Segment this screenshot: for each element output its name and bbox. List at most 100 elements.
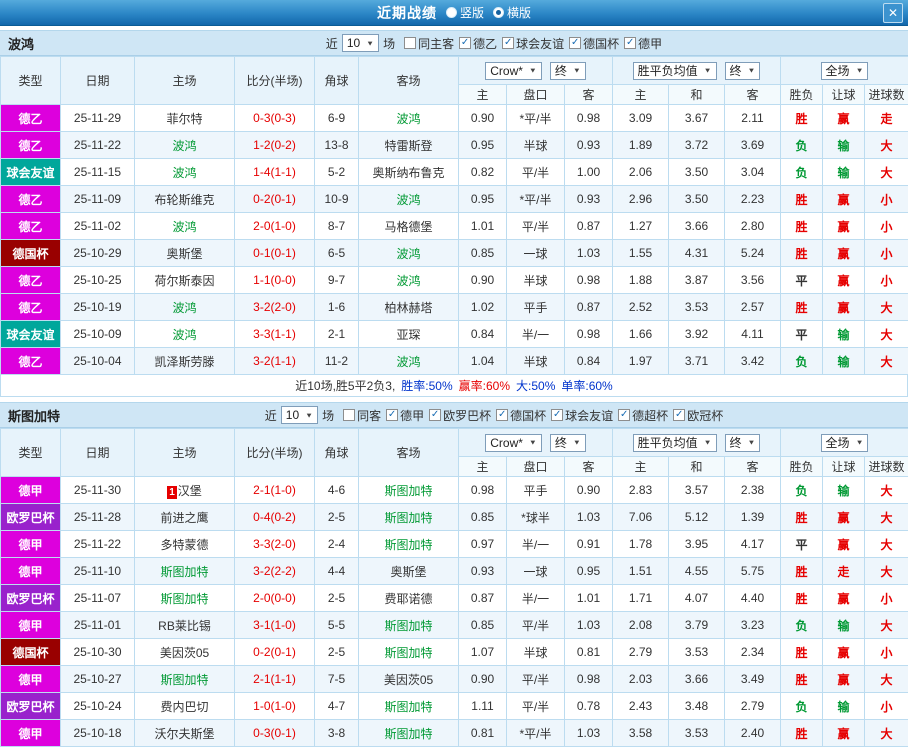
- avg-draw: 4.07: [668, 584, 725, 612]
- filter-德甲[interactable]: ✓ 德甲: [624, 35, 662, 52]
- result-goals: 走: [864, 104, 908, 132]
- layout-radio-vertical[interactable]: 竖版: [445, 4, 484, 21]
- col-odds-away: 客: [564, 84, 613, 105]
- avg-draw: 3.72: [668, 131, 725, 159]
- filter-欧冠杯[interactable]: ✓ 欧冠杯: [673, 407, 723, 424]
- match-count-select[interactable]: 10 ▼: [280, 406, 319, 424]
- checkbox-icon[interactable]: ✓: [618, 409, 631, 421]
- result-outcome: 胜: [780, 185, 824, 213]
- odds-away: 1.03: [564, 239, 613, 267]
- checkbox-icon[interactable]: ✓: [569, 37, 582, 49]
- filter-同主客[interactable]: 同主客: [404, 35, 454, 52]
- odds-away: 0.91: [564, 530, 613, 558]
- home-team-name: 波鸿: [172, 300, 197, 315]
- filter-德超杯[interactable]: ✓ 德超杯: [618, 407, 668, 424]
- home-team-name: 斯图加特: [160, 591, 209, 606]
- match-date: 25-11-15: [60, 158, 135, 186]
- away-team: 费耶诺德: [358, 584, 459, 612]
- avg-draw: 3.71: [668, 347, 725, 375]
- bookmaker-select[interactable]: Crow* ▼: [485, 61, 542, 80]
- league-type-badge: 球会友谊: [0, 320, 61, 348]
- scope-select[interactable]: 全场 ▼: [820, 433, 869, 452]
- odds-time-select[interactable]: 终 ▼: [549, 433, 586, 452]
- match-row: 欧罗巴杯 25-11-28 前进之鹰 0-4(0-2) 2-5 斯图加特 0.85 *球半 1.…: [0, 503, 908, 531]
- match-score: 3-2(2-2): [234, 557, 315, 585]
- match-date: 25-10-09: [60, 320, 135, 348]
- avg-away: 3.49: [723, 665, 782, 693]
- home-team: 波鸿: [134, 131, 235, 159]
- result-goals: 小: [864, 692, 908, 720]
- league-type-badge: 德乙: [0, 131, 61, 159]
- avg-draw: 3.79: [668, 611, 725, 639]
- filter-德甲[interactable]: ✓ 德甲: [386, 407, 424, 424]
- corner-score: 2-5: [314, 503, 359, 531]
- col-corner: 角球: [314, 428, 359, 477]
- filter-同客[interactable]: 同客: [343, 407, 381, 424]
- checkbox-icon[interactable]: ✓: [502, 37, 515, 49]
- match-date: 25-11-28: [60, 503, 135, 531]
- avg-type-value: 胜平负均值: [637, 64, 698, 78]
- match-score: 0-2(0-1): [234, 638, 315, 666]
- checkbox-icon[interactable]: [343, 409, 356, 421]
- close-icon[interactable]: ✕: [883, 3, 903, 23]
- match-count-value: 10: [346, 36, 361, 50]
- filter-label: 德国杯: [583, 36, 620, 51]
- col-result: 胜负: [780, 456, 824, 477]
- col-let-ball: 让球: [822, 456, 866, 477]
- odds-time-select[interactable]: 终 ▼: [549, 61, 586, 80]
- col-date: 日期: [60, 56, 135, 105]
- odds-away: 0.87: [564, 293, 613, 321]
- result-handicap: 赢: [822, 185, 866, 213]
- avg-draw: 4.31: [668, 239, 725, 267]
- col-handicap: 盘口: [506, 84, 565, 105]
- team-bar: 斯图加特 近 10 ▼ 场 同客 ✓ 德甲 ✓ 欧罗巴杯 ✓ 德国杯 ✓ 球会友谊 ✓ 德超杯 ✓ 欧冠杯: [0, 402, 908, 428]
- checkbox-icon[interactable]: ✓: [551, 409, 564, 421]
- odds-away: 0.93: [564, 131, 613, 159]
- odds-home: 0.97: [458, 530, 507, 558]
- odds-handicap: 平手: [506, 293, 565, 321]
- checkbox-icon[interactable]: ✓: [429, 409, 442, 421]
- checkbox-icon[interactable]: ✓: [624, 37, 637, 49]
- league-type-badge: 德甲: [0, 719, 61, 747]
- match-score: 3-2(1-1): [234, 347, 315, 375]
- match-score: 2-1(1-1): [234, 665, 315, 693]
- filter-label: 德甲: [400, 408, 425, 423]
- scope-select[interactable]: 全场 ▼: [820, 61, 869, 80]
- avg-time-select[interactable]: 终 ▼: [724, 433, 761, 452]
- filter-德国杯[interactable]: ✓ 德国杯: [496, 407, 546, 424]
- filter-球会友谊[interactable]: ✓ 球会友谊: [502, 35, 564, 52]
- avg-controls: 胜平负均值 ▼ 终 ▼: [611, 428, 782, 457]
- result-outcome: 负: [780, 611, 824, 639]
- odds-home: 0.85: [458, 611, 507, 639]
- checkbox-icon[interactable]: [404, 37, 417, 49]
- result-handicap: 输: [822, 692, 866, 720]
- avg-away: 2.79: [723, 692, 782, 720]
- avg-away: 3.42: [723, 347, 782, 375]
- checkbox-icon[interactable]: ✓: [459, 37, 472, 49]
- filter-德国杯[interactable]: ✓ 德国杯: [569, 35, 619, 52]
- layout-radio-horizontal[interactable]: 横版: [493, 4, 531, 21]
- chevron-down-icon: ▼: [528, 66, 537, 75]
- filter-欧罗巴杯[interactable]: ✓ 欧罗巴杯: [429, 407, 491, 424]
- match-score: 1-4(1-1): [234, 158, 315, 186]
- bookmaker-select[interactable]: Crow* ▼: [485, 433, 542, 452]
- avg-home: 2.52: [612, 293, 669, 321]
- result-goals: 大: [864, 320, 908, 348]
- odds-controls: Crow* ▼ 终 ▼: [458, 428, 613, 457]
- summary-segment: 近10场,胜5平2负3,: [295, 379, 396, 393]
- avg-away: 3.23: [723, 611, 782, 639]
- odds-handicap: 平/半: [506, 158, 565, 186]
- checkbox-icon[interactable]: ✓: [496, 409, 509, 421]
- avg-type-select[interactable]: 胜平负均值 ▼: [632, 433, 717, 452]
- match-count-select[interactable]: 10 ▼: [341, 34, 380, 52]
- avg-time-select[interactable]: 终 ▼: [724, 61, 761, 80]
- odds-away: 0.84: [564, 347, 613, 375]
- corner-score: 2-1: [314, 320, 359, 348]
- odds-handicap: *平/半: [506, 719, 565, 747]
- checkbox-icon[interactable]: ✓: [673, 409, 686, 421]
- filter-德乙[interactable]: ✓ 德乙: [459, 35, 497, 52]
- result-handicap: 输: [822, 131, 866, 159]
- avg-type-select[interactable]: 胜平负均值 ▼: [632, 61, 717, 80]
- checkbox-icon[interactable]: ✓: [386, 409, 399, 421]
- filter-球会友谊[interactable]: ✓ 球会友谊: [551, 407, 613, 424]
